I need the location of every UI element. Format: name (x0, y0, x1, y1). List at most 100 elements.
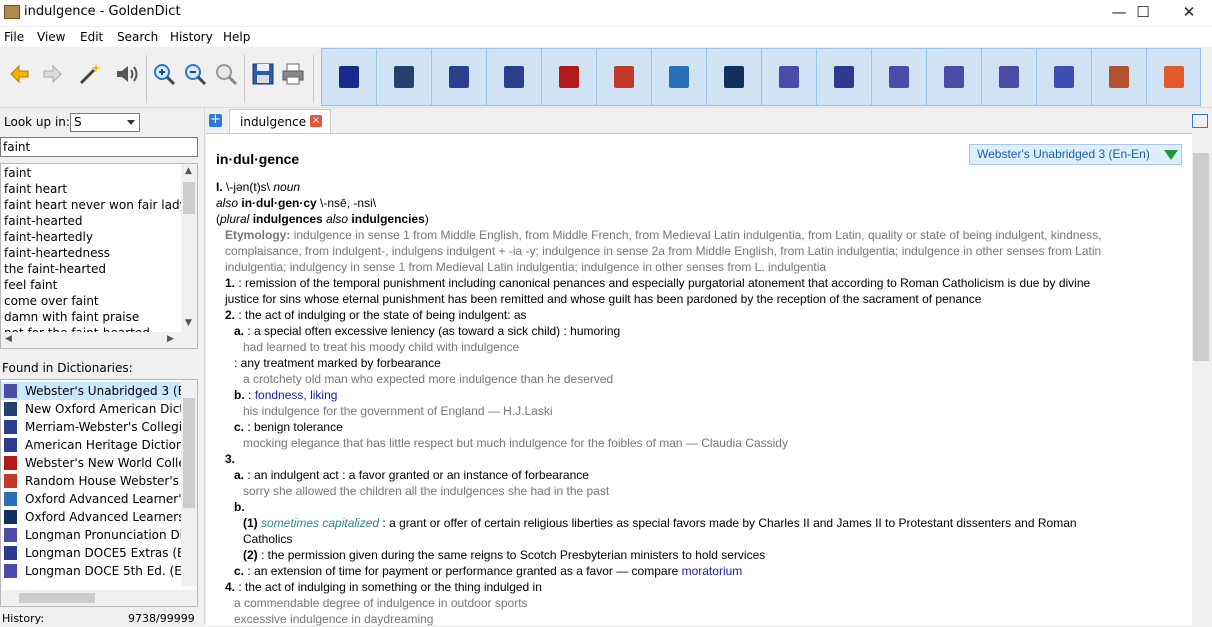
link-fondness[interactable]: fondness (255, 388, 304, 402)
speaker-icon[interactable] (114, 61, 140, 87)
found-label: Found in Dictionaries: (2, 361, 133, 375)
dict-button-13[interactable] (999, 66, 1019, 88)
dict-button-5[interactable] (559, 66, 579, 88)
dict-list-item[interactable]: Merriam-Webster's Collegiate (1, 418, 181, 436)
group-select[interactable]: S (70, 113, 140, 132)
tab-strip: + indulgence × (206, 109, 1212, 134)
list-item[interactable]: faint (4, 166, 31, 182)
sense-1: 1. : remission of the temporal punishmen… (225, 276, 1091, 290)
zoom-reset-icon[interactable] (213, 61, 239, 87)
dict-list-scrollbar[interactable] (181, 380, 197, 586)
sense-3b-1-cont: Catholics (243, 532, 293, 546)
word-list-scrollbar[interactable]: ▲ ▼ (181, 164, 197, 332)
scroll-thumb[interactable] (1193, 153, 1209, 361)
dict-button-7[interactable] (669, 66, 689, 88)
collapse-triangle-icon[interactable] (1164, 150, 1178, 160)
dict-list-item[interactable]: Webster's Unabridged 3 (En (1, 382, 181, 400)
dict-button-3[interactable] (449, 66, 469, 88)
dictionary-icon (4, 510, 17, 524)
dict-list-item[interactable]: Oxford Advanced Learners D (1, 508, 181, 526)
dictionary-icon (4, 564, 17, 578)
lookup-label: Look up in: (4, 115, 70, 129)
dict-list-item[interactable]: Longman DOCE5 Extras (En- (1, 544, 181, 562)
sense-2a: a. : a special often excessive leniency … (234, 324, 621, 338)
tab-indulgence[interactable]: indulgence × (229, 109, 331, 134)
dict-button-15[interactable] (1109, 66, 1129, 88)
close-tab-icon[interactable]: × (310, 115, 322, 127)
scroll-thumb[interactable] (183, 398, 195, 508)
menu-view[interactable]: View (37, 30, 65, 44)
menu-help[interactable]: Help (223, 30, 250, 44)
list-item[interactable]: the faint-hearted (4, 262, 106, 278)
dictionary-icon (4, 402, 17, 416)
list-item[interactable]: faint-heartedness (4, 246, 110, 262)
window-title: indulgence - GoldenDict (24, 4, 181, 19)
list-item[interactable]: damn with faint praise (4, 310, 139, 326)
link-liking[interactable]: liking (310, 388, 337, 402)
dictionary-bar (321, 48, 1201, 106)
example: had learned to treat his moody child wit… (243, 340, 520, 354)
dictionary-icon (4, 492, 17, 506)
print-icon[interactable] (280, 61, 306, 87)
menu-edit[interactable]: Edit (80, 30, 103, 44)
dict-list-item[interactable]: Webster's New World Colleg (1, 454, 181, 472)
zoom-out-icon[interactable] (182, 61, 208, 87)
forward-icon[interactable] (38, 61, 64, 87)
scroll-down-icon[interactable]: ▼ (185, 318, 192, 328)
etymology-line-2: complaisance, from indulgent-, indulgens… (225, 244, 1102, 258)
dict-button-14[interactable] (1054, 66, 1074, 88)
scroll-left-icon[interactable]: ◀ (5, 334, 12, 344)
close-button[interactable]: ✕ (1166, 0, 1212, 26)
dict-list-item[interactable]: Longman Pronunciation Dict (1, 526, 181, 544)
dict-list-item[interactable]: American Heritage Dictionary (1, 436, 181, 454)
list-item[interactable]: faint heart (4, 182, 67, 198)
dict-list-item[interactable]: Oxford Advanced Learner's I (1, 490, 181, 508)
list-item[interactable]: faint-hearted (4, 214, 83, 230)
scroll-up-icon[interactable]: ▲ (185, 166, 192, 176)
dict-button-8[interactable] (724, 66, 744, 88)
dict-list-hscrollbar[interactable] (1, 590, 197, 606)
dict-list-item[interactable]: Longman DOCE 5th Ed. (En (1, 562, 181, 580)
link-moratorium[interactable]: moratorium (682, 564, 743, 578)
dict-button-9[interactable] (779, 66, 799, 88)
dict-button-2[interactable] (394, 66, 414, 88)
menu-history[interactable]: History (170, 30, 213, 44)
menu-file[interactable]: File (4, 30, 24, 44)
list-item[interactable]: come over faint (4, 294, 99, 310)
pane-splitter[interactable] (204, 107, 205, 624)
article-dictionary-badge[interactable]: Webster's Unabridged 3 (En-En) (969, 144, 1182, 165)
magic-wand-icon[interactable] (76, 61, 102, 87)
menu-search[interactable]: Search (117, 30, 158, 44)
list-item[interactable]: faint-heartedly (4, 230, 93, 246)
dict-button-16[interactable] (1164, 66, 1184, 88)
example: mocking elegance that has little respect… (243, 436, 788, 450)
tab-list-icon[interactable] (1192, 114, 1208, 128)
headword: in·dul·gence (216, 151, 300, 167)
dict-list-item[interactable]: New Oxford American Dictio (1, 400, 181, 418)
dict-button-6[interactable] (614, 66, 634, 88)
new-tab-icon[interactable]: + (209, 113, 222, 127)
dict-list-item[interactable]: Random House Webster's U (1, 472, 181, 490)
list-item[interactable]: faint heart never won fair lady (4, 198, 187, 214)
list-item[interactable]: feel faint (4, 278, 57, 294)
search-input[interactable]: faint (0, 137, 198, 157)
sense-2a-2: : any treatment marked by forbearance (234, 356, 441, 370)
maximize-button[interactable]: ☐ (1120, 0, 1166, 26)
article-scrollbar[interactable] (1192, 133, 1212, 624)
dict-button-10[interactable] (834, 66, 854, 88)
scroll-right-icon[interactable]: ▶ (167, 334, 174, 344)
zoom-in-icon[interactable] (151, 61, 177, 87)
sense-3: 3. (225, 452, 236, 466)
dict-button-11[interactable] (889, 66, 909, 88)
save-icon[interactable] (250, 61, 276, 87)
dict-button-12[interactable] (944, 66, 964, 88)
dict-button-1[interactable] (339, 66, 359, 88)
dict-button-4[interactable] (504, 66, 524, 88)
etymology-line-1: Etymology: indulgence in sense 1 from Mi… (225, 228, 1102, 242)
scroll-thumb[interactable] (183, 182, 195, 214)
etymology-line-3: indulgentia; indulgency in sense 1 from … (225, 260, 827, 274)
dictionary-icon (4, 420, 17, 434)
word-list-hscrollbar[interactable]: ◀ ▶ (1, 332, 197, 348)
back-icon[interactable] (8, 61, 34, 87)
scroll-thumb[interactable] (19, 593, 95, 603)
